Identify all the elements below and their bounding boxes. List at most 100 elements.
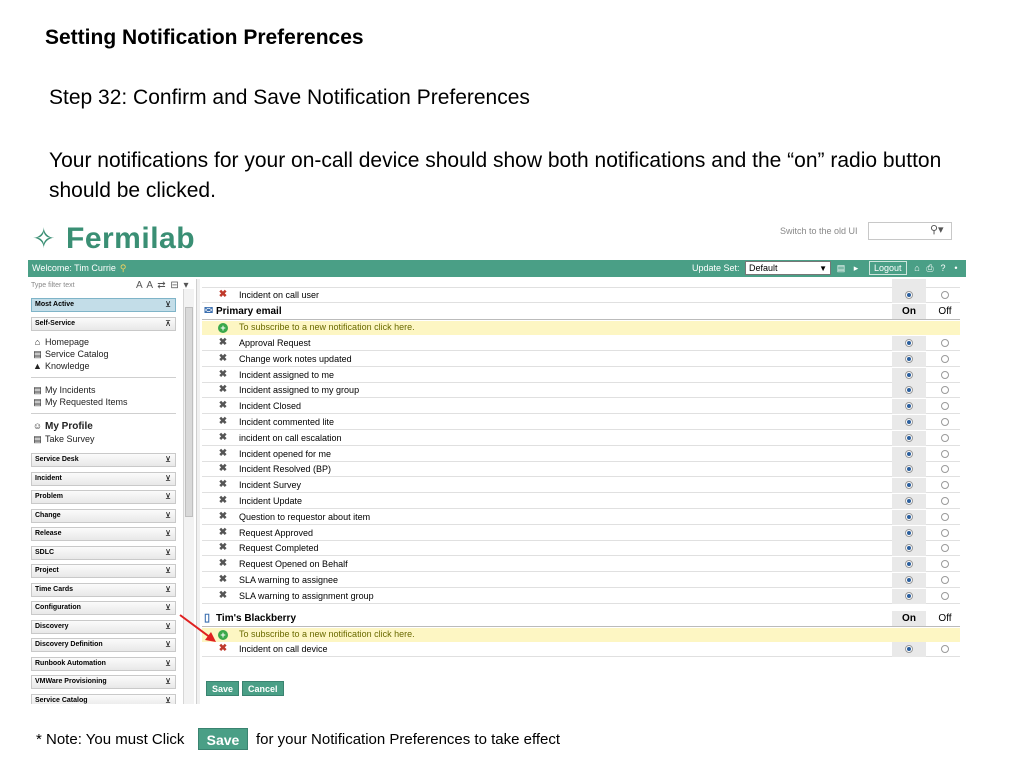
nav-section-self-service[interactable]: Self-Service ⊼ [31, 317, 176, 331]
nav-section-change[interactable]: Change ⊻ [31, 509, 176, 523]
remove-icon[interactable]: ✖ [218, 288, 228, 302]
update-set-select[interactable]: Default ▼ [745, 261, 831, 275]
on-radio[interactable] [905, 591, 913, 600]
nav-section-most-active[interactable]: Most Active ⊻ [31, 298, 176, 312]
key-icon: ⚲ [119, 263, 127, 273]
off-radio[interactable] [941, 645, 949, 653]
off-radio[interactable] [941, 544, 949, 553]
fermilab-logo[interactable]: ✧ Fermilab [32, 222, 195, 256]
on-radio[interactable] [905, 339, 913, 347]
remove-icon[interactable]: ✖ [218, 368, 228, 382]
nav-section-release[interactable]: Release ⊻ [31, 527, 176, 541]
nav-link-service-catalog[interactable]: ▤ Service Catalog [32, 349, 108, 359]
device-name: Tim's Blackberry [216, 613, 297, 624]
remove-icon[interactable]: ✖ [218, 494, 228, 508]
off-radio[interactable] [941, 433, 949, 442]
remove-icon[interactable]: ✖ [218, 557, 228, 571]
off-radio[interactable] [941, 465, 949, 474]
off-radio[interactable] [941, 370, 949, 379]
update-set-refresh-icon[interactable]: ▸ [850, 262, 862, 274]
remove-icon[interactable]: ✖ [218, 462, 228, 476]
nav-link-my-incidents[interactable]: ▤ My Incidents [32, 385, 95, 395]
remove-icon[interactable]: ✖ [218, 352, 228, 366]
off-radio[interactable] [941, 512, 949, 521]
nav-section-incident[interactable]: Incident ⊻ [31, 472, 176, 486]
subscribe-link[interactable]: + To subscribe to a new notification cli… [202, 628, 960, 642]
logout-button[interactable]: Logout [869, 261, 907, 275]
nav-link-my-profile[interactable]: ☺ My Profile [32, 421, 93, 432]
remove-icon[interactable]: ✖ [218, 447, 228, 461]
on-radio[interactable] [905, 497, 913, 505]
nav-scroll-thumb[interactable] [185, 307, 193, 517]
nav-section-discovery-definition[interactable]: Discovery Definition ⊻ [31, 638, 176, 652]
remove-icon[interactable]: ✖ [218, 383, 228, 397]
off-column-header: Off [938, 306, 952, 317]
nav-link-take-survey[interactable]: ▤ Take Survey [32, 434, 94, 444]
nav-section-runbook-automation[interactable]: Runbook Automation ⊻ [31, 657, 176, 671]
remove-icon[interactable]: ✖ [218, 415, 228, 429]
search-icon[interactable]: ⚲▾ [930, 223, 944, 236]
nav-section-configuration[interactable]: Configuration ⊻ [31, 601, 176, 615]
update-set-info-icon[interactable]: ▤ [835, 262, 847, 274]
add-icon: + [218, 323, 228, 333]
off-radio[interactable] [941, 591, 949, 600]
on-radio[interactable] [905, 449, 913, 458]
remove-icon[interactable]: ✖ [218, 336, 228, 350]
nav-section-time-cards[interactable]: Time Cards ⊻ [31, 583, 176, 597]
chevron-down-icon: ⊻ [165, 603, 171, 612]
notification-label: Incident on call user [239, 290, 320, 300]
off-radio[interactable] [941, 528, 949, 537]
subscribe-link[interactable]: + To subscribe to a new notification cli… [202, 321, 960, 335]
filter-input[interactable]: Type filter text [31, 282, 75, 289]
remove-icon[interactable]: ✖ [218, 573, 228, 587]
off-radio[interactable] [941, 402, 949, 411]
off-radio[interactable] [941, 481, 949, 490]
off-radio[interactable] [941, 560, 949, 569]
note-suffix: for your Notification Preferences to tak… [256, 731, 561, 748]
on-radio[interactable] [905, 418, 913, 426]
on-radio[interactable] [905, 645, 913, 653]
remove-icon[interactable]: ✖ [218, 431, 228, 445]
off-radio[interactable] [941, 291, 949, 299]
remove-icon[interactable]: ✖ [218, 589, 228, 603]
remove-icon[interactable]: ✖ [218, 642, 228, 656]
remove-icon[interactable]: ✖ [218, 526, 228, 540]
notification-label: Request Completed [239, 543, 319, 554]
on-radio[interactable] [905, 433, 913, 442]
nav-section-discovery[interactable]: Discovery ⊻ [31, 620, 176, 634]
switch-old-ui-link[interactable]: Switch to the old UI [780, 226, 858, 236]
nav-section-problem[interactable]: Problem ⊻ [31, 490, 176, 504]
remove-icon[interactable]: ✖ [218, 541, 228, 555]
nav-link-my-requested-items[interactable]: ▤ My Requested Items [32, 397, 127, 407]
off-radio[interactable] [941, 339, 949, 347]
on-radio[interactable] [905, 354, 913, 363]
nav-section-project[interactable]: Project ⊻ [31, 564, 176, 578]
off-radio[interactable] [941, 576, 949, 584]
remove-icon[interactable]: ✖ [218, 478, 228, 492]
off-radio[interactable] [941, 449, 949, 458]
on-radio[interactable] [905, 528, 913, 537]
off-radio[interactable] [941, 497, 949, 505]
nav-section-vmware-provisioning[interactable]: VMWare Provisioning ⊻ [31, 675, 176, 689]
home-icon[interactable]: ⌂ [911, 262, 923, 274]
remove-icon[interactable]: ✖ [218, 399, 228, 413]
on-radio[interactable] [905, 291, 913, 299]
save-button[interactable]: Save [206, 681, 240, 696]
print-icon[interactable]: ⎙ [924, 262, 936, 274]
cancel-button[interactable]: Cancel [242, 681, 284, 696]
nav-section-sdlc[interactable]: SDLC ⊻ [31, 546, 176, 560]
status-icon: • [954, 263, 958, 273]
off-radio[interactable] [941, 354, 949, 363]
remove-icon[interactable]: ✖ [218, 510, 228, 524]
on-radio[interactable] [905, 576, 913, 584]
off-radio[interactable] [941, 386, 949, 395]
help-icon[interactable]: ? [937, 262, 949, 274]
nav-section-service-desk[interactable]: Service Desk ⊻ [31, 453, 176, 467]
on-radio[interactable] [905, 370, 913, 379]
nav-section-service-catalog[interactable]: Service Catalog ⊻ [31, 694, 176, 704]
on-radio[interactable] [905, 512, 913, 521]
filter-tools-icons[interactable]: A A ⇄ ⊟ ▾ [136, 280, 190, 291]
nav-link-homepage[interactable]: ⌂ Homepage [32, 337, 89, 347]
off-radio[interactable] [941, 418, 949, 426]
nav-link-knowledge[interactable]: ▲ Knowledge [32, 361, 90, 371]
